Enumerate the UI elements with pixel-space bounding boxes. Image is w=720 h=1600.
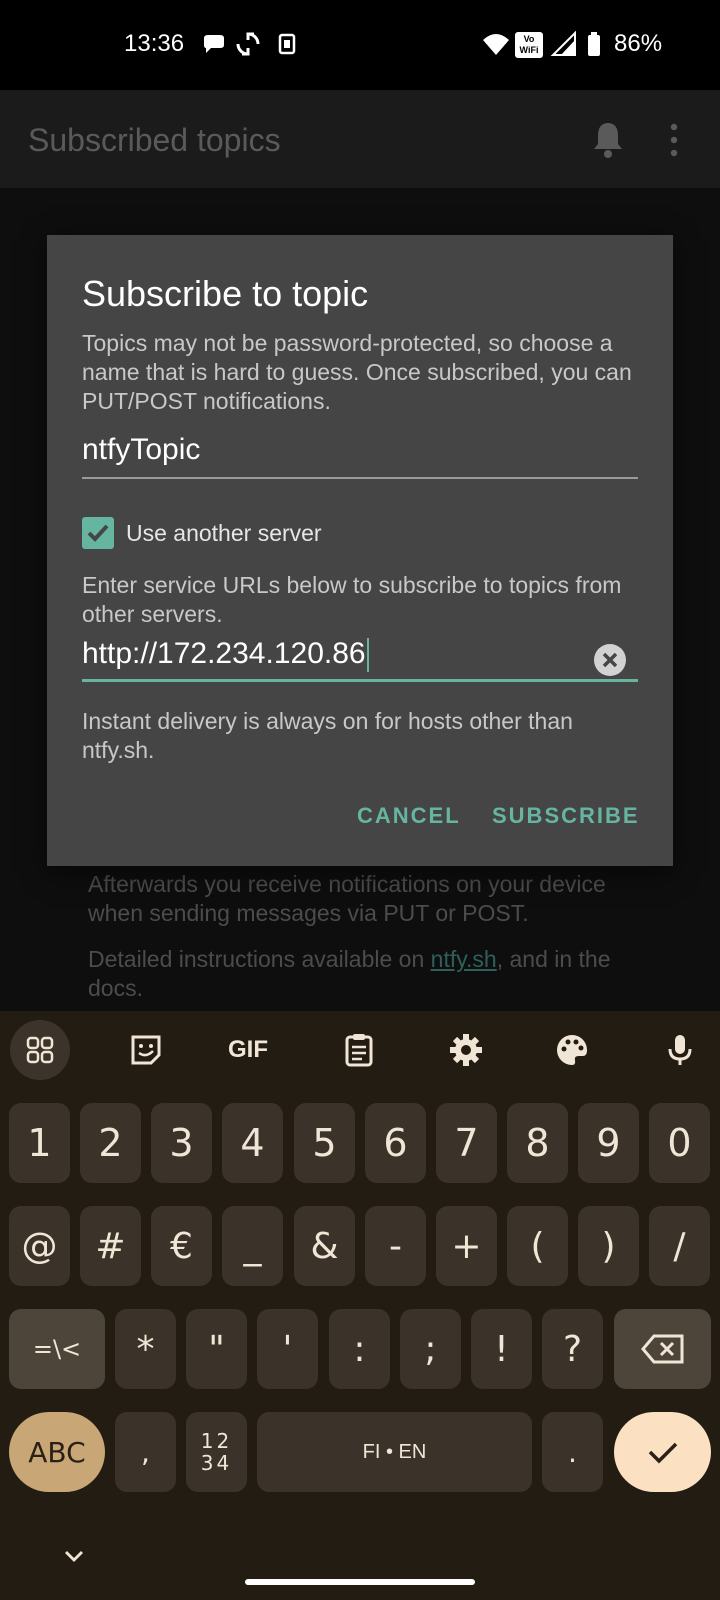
key-euro[interactable]: € [151,1206,212,1286]
sync-icon [236,32,260,56]
key-period[interactable]: . [542,1412,603,1492]
cancel-button[interactable]: CANCEL [357,803,461,829]
vowifi-label-wifi: WiFi [519,45,539,55]
key-semicolon[interactable]: ; [400,1309,461,1389]
subscribe-dialog: Subscribe to topic Topics may not be pas… [47,235,673,866]
wifi-icon [483,34,509,55]
bg-docs-prefix: Detailed instructions available on [88,946,431,972]
key-question[interactable]: ? [542,1309,603,1389]
dialog-description: Topics may not be password-protected, so… [82,330,632,414]
key-hash[interactable]: # [80,1206,141,1286]
page-title: Subscribed topics [28,122,281,158]
chat-bubble-icon [204,35,224,53]
palette-icon[interactable] [542,1020,602,1080]
hide-keyboard-icon[interactable] [62,1548,86,1564]
key-3[interactable]: 3 [151,1103,212,1183]
bg-docs-text: Detailed instructions available on ntfy.… [88,945,648,1003]
key-single-quote[interactable]: ' [257,1309,318,1389]
server-url-input[interactable]: http://172.234.120.86 [82,633,638,682]
key-asterisk[interactable]: * [115,1309,176,1389]
key-6[interactable]: 6 [365,1103,426,1183]
apps-grid-icon[interactable] [10,1020,70,1080]
use-another-server-label[interactable]: Use another server [126,520,322,547]
key-double-quote[interactable]: " [186,1309,247,1389]
key-comma[interactable]: , [115,1412,176,1492]
key-4[interactable]: 4 [222,1103,283,1183]
clear-text-icon[interactable] [593,643,627,677]
checkmark-icon [648,1442,677,1464]
abc-key[interactable]: ABC [9,1412,105,1492]
key-exclamation[interactable]: ! [471,1309,532,1389]
key-2[interactable]: 2 [80,1103,141,1183]
key-7[interactable]: 7 [436,1103,497,1183]
key-0[interactable]: 0 [649,1103,710,1183]
vowifi-label-vo: Vo [523,34,535,44]
key-ampersand[interactable]: & [294,1206,355,1286]
sim-card-icon [278,33,296,55]
key-close-paren[interactable]: ) [578,1206,639,1286]
numpad-label-bottom: 34 [200,1451,233,1475]
microphone-icon[interactable] [650,1020,710,1080]
backspace-icon [640,1334,683,1364]
key-plus[interactable]: + [436,1206,497,1286]
signal-icon [550,30,576,56]
numpad-label-top: 12 [200,1429,233,1453]
backspace-key[interactable] [614,1309,711,1389]
gif-icon[interactable]: GIF [218,1020,278,1080]
numpad-key[interactable]: 12 34 [186,1412,247,1492]
key-minus[interactable]: - [365,1206,426,1286]
status-bar: 13:36 Vo WiFi 86% [0,0,720,90]
navigation-handle[interactable] [245,1579,475,1585]
status-time: 13:36 [124,30,185,57]
use-another-server-checkbox[interactable] [82,517,114,549]
vowifi-icon: Vo WiFi [515,32,543,58]
space-key[interactable]: FI • EN [257,1412,532,1492]
key-open-paren[interactable]: ( [507,1206,568,1286]
server-hint-text: Enter service URLs below to subscribe to… [82,572,622,627]
battery-icon [588,32,600,56]
key-colon[interactable]: : [329,1309,390,1389]
text-cursor [366,638,369,673]
key-slash[interactable]: / [649,1206,710,1286]
instant-delivery-note: Instant delivery is always on for hosts … [82,708,573,763]
key-1[interactable]: 1 [9,1103,70,1183]
more-vert-icon[interactable] [668,122,680,158]
key-symbols-toggle[interactable]: =\< [9,1309,105,1389]
key-5[interactable]: 5 [294,1103,355,1183]
check-icon [87,524,109,542]
enter-key[interactable] [614,1412,711,1492]
sticker-icon[interactable] [116,1020,176,1080]
keyboard [0,1011,720,1600]
dialog-title: Subscribe to topic [82,273,369,314]
key-at[interactable]: @ [9,1206,70,1286]
battery-percent: 86% [614,30,663,57]
bell-icon[interactable] [590,120,626,160]
key-9[interactable]: 9 [578,1103,639,1183]
clipboard-icon[interactable] [329,1020,389,1080]
gif-label: GIF [228,1036,268,1063]
server-url-value: http://172.234.120.86 [82,637,366,670]
key-8[interactable]: 8 [507,1103,568,1183]
ntfy-link[interactable]: ntfy.sh [431,946,497,972]
subscribe-button[interactable]: SUBSCRIBE [492,803,640,829]
bg-instructions-text: Afterwards you receive notifications on … [88,871,606,926]
topic-input[interactable]: ntfyTopic [82,431,638,479]
settings-gear-icon[interactable] [436,1020,496,1080]
key-underscore[interactable]: _ [222,1206,283,1286]
